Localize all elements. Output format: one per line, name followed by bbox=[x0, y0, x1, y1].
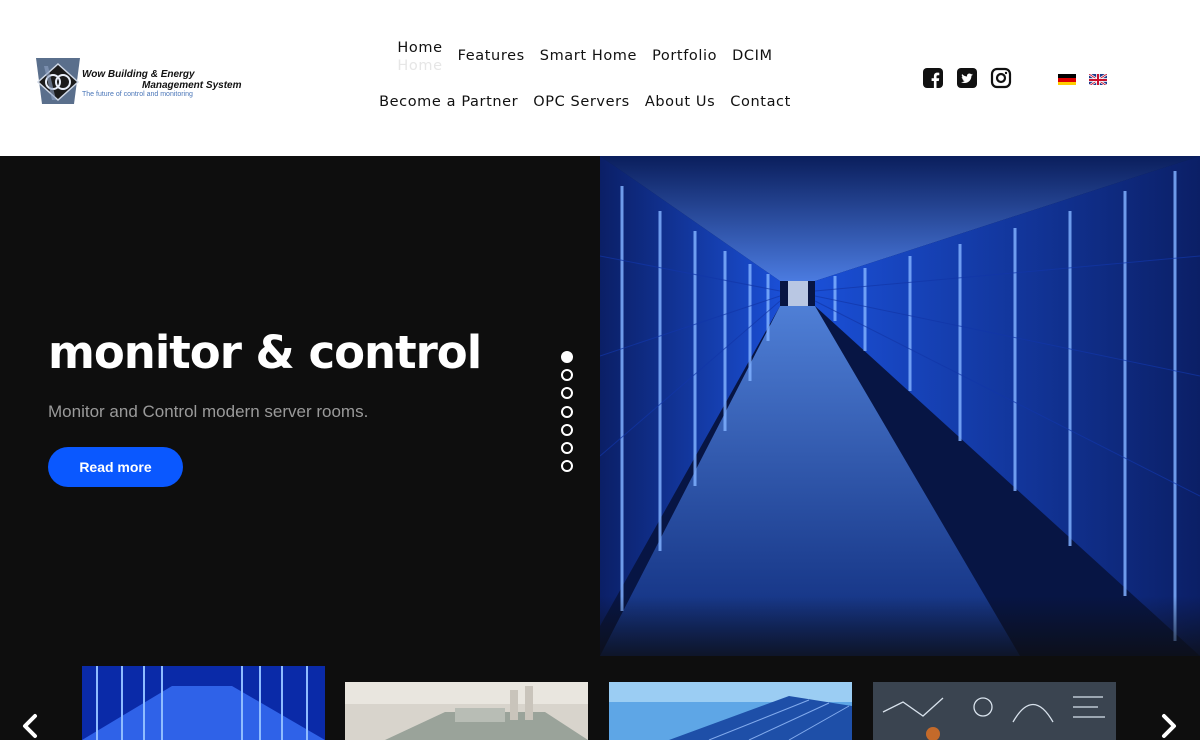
industrial-plant-thumbnail[interactable] bbox=[345, 682, 588, 740]
nav-item-smart-home[interactable]: Smart Home bbox=[540, 48, 637, 64]
nav-item-portfolio[interactable]: Portfolio bbox=[652, 48, 717, 64]
slider-dot[interactable] bbox=[561, 441, 573, 454]
nav-item-features[interactable]: Features bbox=[458, 48, 525, 64]
nav-row-1: Home Features Smart Home Portfolio DCIM bbox=[370, 40, 800, 74]
nav-item-opc-servers[interactable]: OPC Servers bbox=[533, 94, 630, 110]
slider-dot[interactable] bbox=[561, 460, 573, 473]
hero-title: monitor & control bbox=[48, 326, 482, 379]
english-flag-icon[interactable] bbox=[1089, 73, 1107, 85]
nav-item-contact[interactable]: Contact bbox=[730, 94, 791, 110]
hero-slider: monitor & control Monitor and Control mo… bbox=[0, 156, 1200, 740]
logo-title-line1: Wow Building & Energy bbox=[82, 69, 195, 80]
next-slide-arrow-icon[interactable] bbox=[1159, 713, 1179, 739]
slider-pagination bbox=[561, 351, 573, 478]
nav-item-become-a-partner[interactable]: Become a Partner bbox=[379, 94, 518, 110]
server-room-thumbnail[interactable] bbox=[82, 666, 325, 740]
nav-item-home[interactable]: Home bbox=[397, 40, 442, 74]
twitter-icon[interactable] bbox=[956, 67, 978, 89]
language-switcher bbox=[1058, 73, 1107, 85]
server-room-image bbox=[600, 156, 1200, 656]
logo-title-line2: Management System bbox=[142, 80, 242, 91]
nav-item-about-us[interactable]: About Us bbox=[645, 94, 715, 110]
social-links bbox=[922, 67, 1012, 89]
thumbnail-strip bbox=[0, 666, 1200, 740]
slider-dot[interactable] bbox=[561, 405, 573, 418]
logo-mark-icon bbox=[36, 58, 80, 104]
slider-dot[interactable] bbox=[561, 351, 573, 363]
slider-dot[interactable] bbox=[561, 387, 573, 400]
facebook-icon[interactable] bbox=[922, 67, 944, 89]
site-logo[interactable]: Wow Building & Energy Management System … bbox=[34, 56, 264, 108]
instagram-icon[interactable] bbox=[990, 67, 1012, 89]
logo-title: Wow Building & Energy Management System bbox=[82, 69, 241, 91]
read-more-button[interactable]: Read more bbox=[48, 447, 183, 487]
main-navigation: Home Features Smart Home Portfolio DCIM … bbox=[370, 40, 800, 120]
hero-subtitle: Monitor and Control modern server rooms. bbox=[48, 402, 369, 421]
nav-item-dcim[interactable]: DCIM bbox=[732, 48, 772, 64]
german-flag-icon[interactable] bbox=[1058, 73, 1076, 85]
nav-row-2: Become a Partner OPC Servers About Us Co… bbox=[370, 94, 800, 110]
previous-slide-arrow-icon[interactable] bbox=[20, 713, 40, 739]
slider-dot[interactable] bbox=[561, 369, 573, 382]
site-header: Wow Building & Energy Management System … bbox=[0, 0, 1200, 156]
analytics-board-thumbnail[interactable] bbox=[873, 682, 1116, 740]
logo-tagline: The future of control and monitoring bbox=[82, 91, 193, 98]
slider-dot[interactable] bbox=[561, 423, 573, 436]
solar-panels-thumbnail[interactable] bbox=[609, 682, 852, 740]
hero-image-fade bbox=[600, 596, 1200, 676]
